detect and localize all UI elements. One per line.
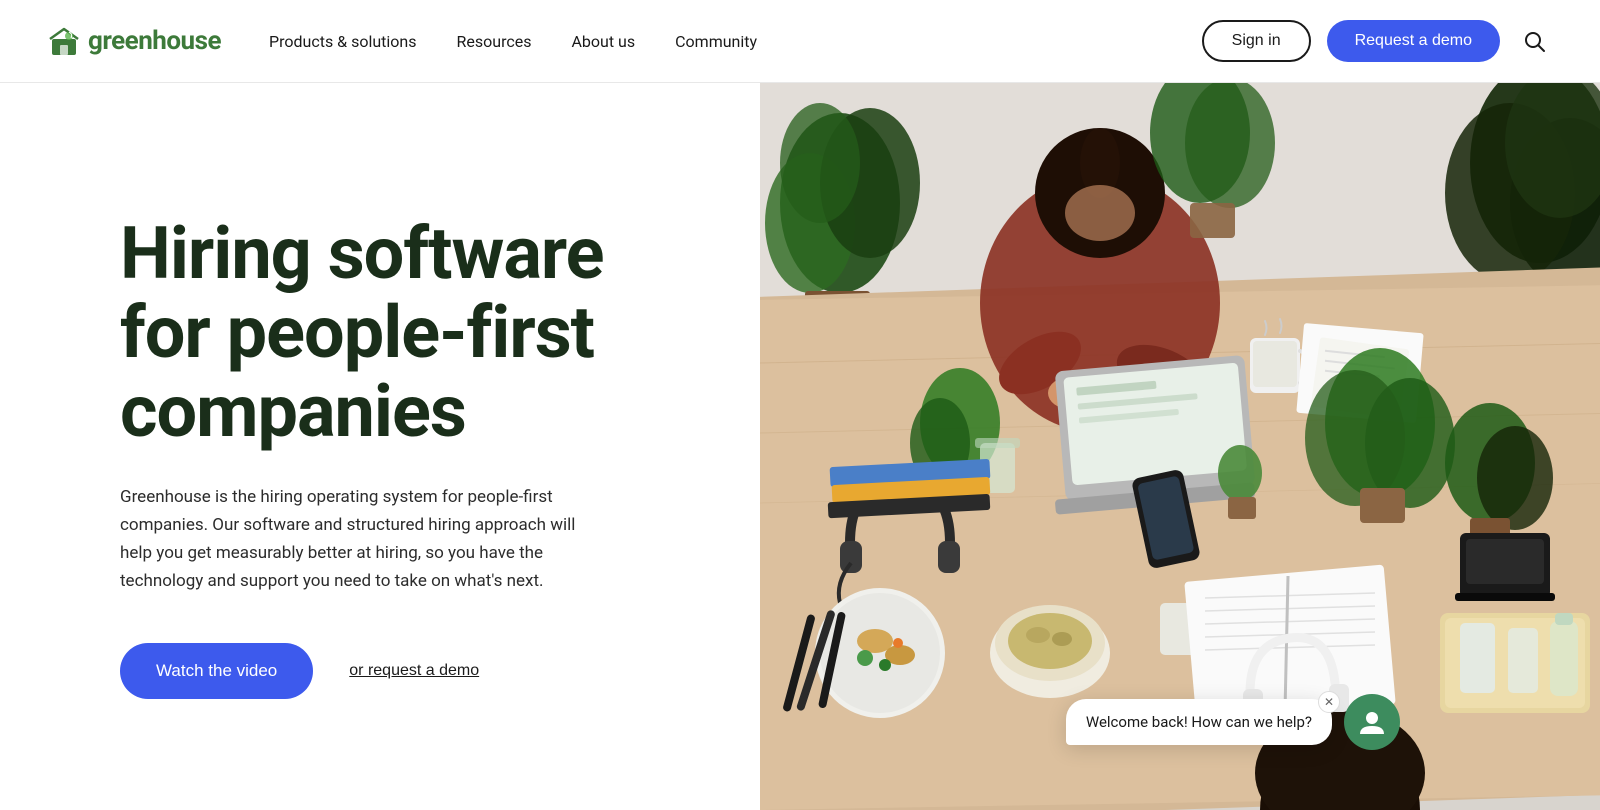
greenhouse-logo-icon	[48, 25, 80, 57]
chat-bubble: Welcome back! How can we help?	[1066, 699, 1332, 745]
chat-avatar-button[interactable]	[1344, 694, 1400, 750]
chat-avatar-icon	[1356, 706, 1388, 738]
chat-bubble-container: Welcome back! How can we help? ✕	[1066, 699, 1332, 745]
search-button[interactable]	[1516, 23, 1552, 59]
nav-item-products[interactable]: Products & solutions	[269, 32, 417, 51]
main-container: Hiring software for people-first compani…	[0, 83, 1600, 810]
navbar: greenhouse Products & solutions Resource…	[0, 0, 1600, 83]
request-demo-button[interactable]: Request a demo	[1327, 20, 1500, 62]
nav-link-resources[interactable]: Resources	[457, 32, 532, 51]
hero-headline: Hiring software for people-first compani…	[120, 214, 680, 452]
chat-close-button[interactable]: ✕	[1318, 691, 1340, 713]
hero-body: Greenhouse is the hiring operating syste…	[120, 483, 580, 595]
search-icon	[1522, 29, 1546, 53]
logo[interactable]: greenhouse	[48, 25, 221, 57]
nav-links: Products & solutions Resources About us …	[269, 32, 1202, 51]
logo-text: greenhouse	[88, 26, 221, 56]
nav-right: Sign in Request a demo	[1202, 20, 1552, 62]
nav-link-products[interactable]: Products & solutions	[269, 32, 417, 51]
nav-item-about[interactable]: About us	[571, 32, 635, 51]
hero-buttons: Watch the video or request a demo	[120, 643, 680, 699]
hero-left: Hiring software for people-first compani…	[0, 83, 760, 810]
chat-widget: Welcome back! How can we help? ✕	[1066, 694, 1400, 750]
watch-video-button[interactable]: Watch the video	[120, 643, 313, 699]
nav-link-about[interactable]: About us	[571, 32, 635, 51]
request-demo-link[interactable]: or request a demo	[349, 662, 479, 680]
hero-right: Welcome back! How can we help? ✕	[760, 83, 1600, 810]
nav-item-resources[interactable]: Resources	[457, 32, 532, 51]
nav-item-community[interactable]: Community	[675, 32, 757, 51]
nav-link-community[interactable]: Community	[675, 32, 757, 51]
sign-in-button[interactable]: Sign in	[1202, 20, 1311, 62]
